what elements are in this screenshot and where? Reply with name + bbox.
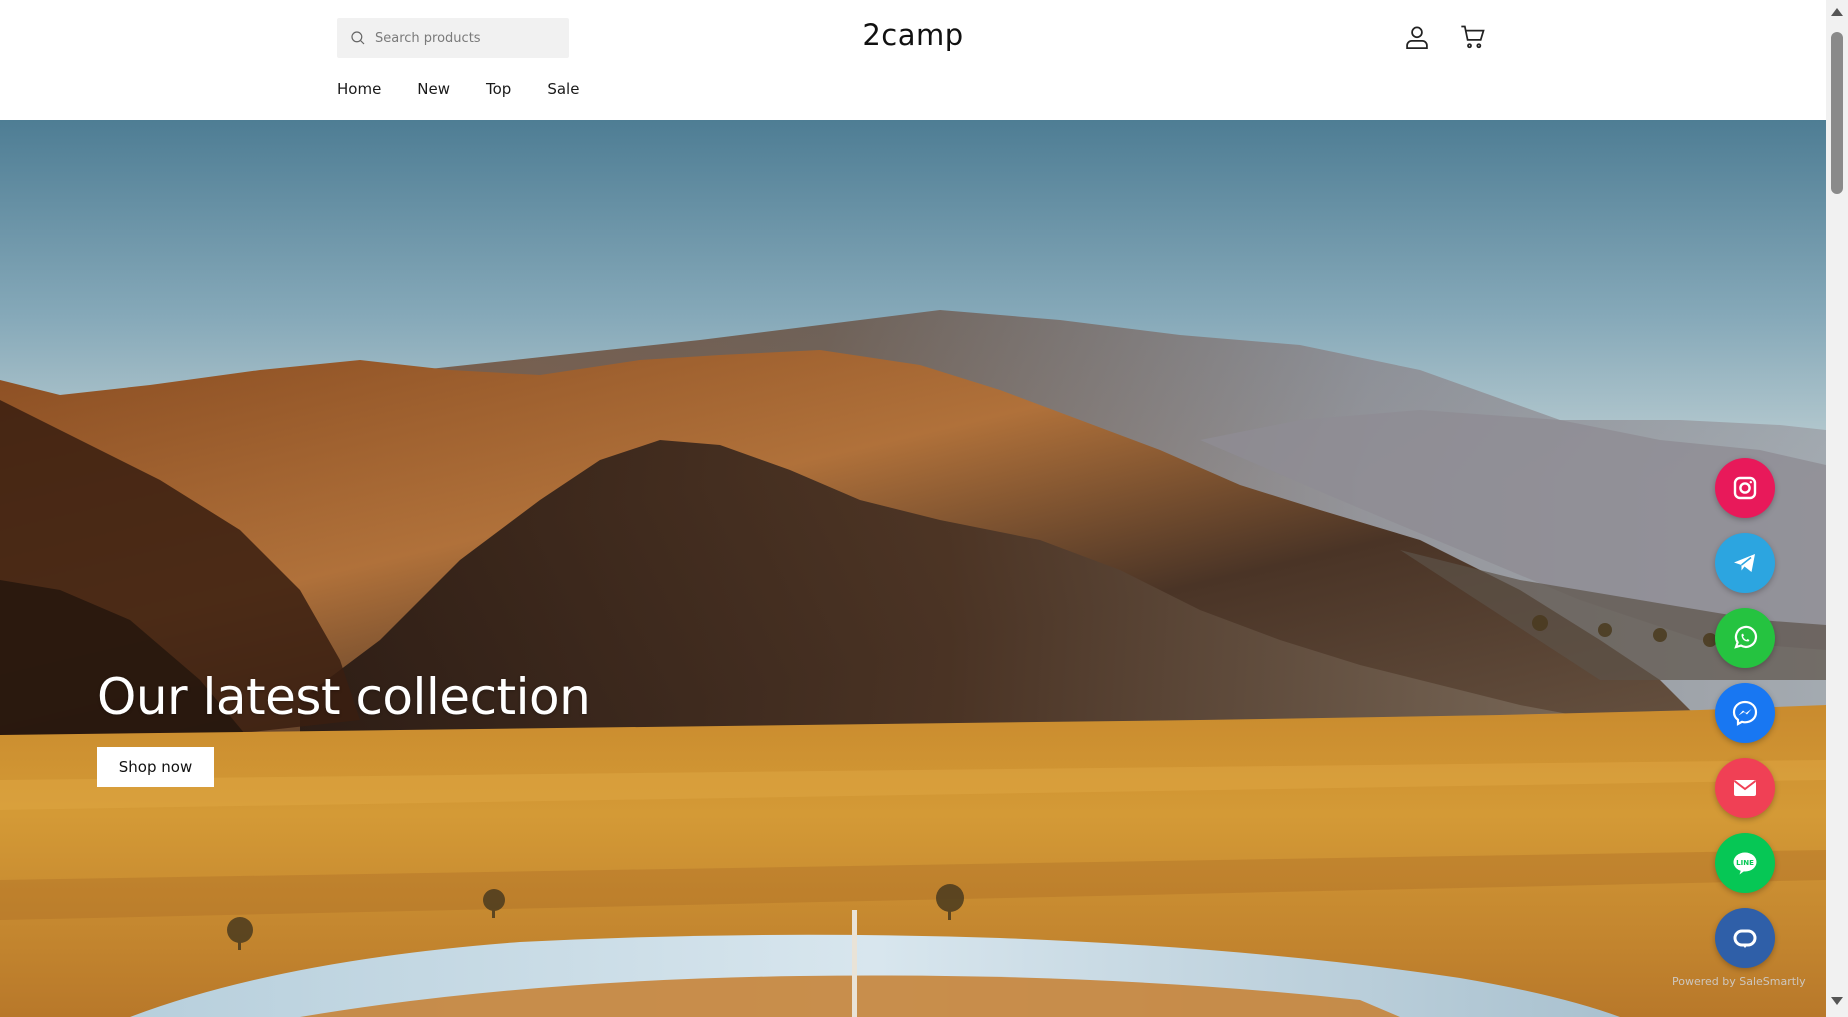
- powered-by-text: Powered by SaleSmartly: [1672, 975, 1806, 988]
- telegram-button[interactable]: [1715, 533, 1775, 593]
- chat-icon: [1733, 929, 1757, 948]
- page: 2camp Home New Top Sale: [0, 0, 1826, 1017]
- search-input[interactable]: [375, 30, 565, 46]
- whatsapp-button[interactable]: [1715, 608, 1775, 668]
- search-box[interactable]: [337, 18, 569, 58]
- messenger-icon: [1732, 700, 1758, 726]
- search-icon: [351, 31, 365, 45]
- scroll-up-arrow-icon[interactable]: [1831, 8, 1843, 16]
- line-icon: LINE: [1733, 852, 1757, 875]
- instagram-icon: [1733, 476, 1757, 500]
- chat-button[interactable]: [1715, 908, 1775, 968]
- nav-item-top[interactable]: Top: [486, 80, 511, 98]
- shop-now-button[interactable]: Shop now: [97, 747, 214, 787]
- main-nav: Home New Top Sale: [337, 80, 615, 98]
- logo-wrapper: 2camp: [0, 18, 1826, 52]
- cart-button[interactable]: [1458, 22, 1488, 52]
- nav-item-new[interactable]: New: [417, 80, 450, 98]
- site-logo[interactable]: 2camp: [862, 18, 963, 52]
- user-icon: [1406, 26, 1428, 49]
- email-button[interactable]: [1715, 758, 1775, 818]
- line-button[interactable]: LINE: [1715, 833, 1775, 893]
- telegram-icon: [1734, 554, 1755, 572]
- email-icon: [1733, 780, 1757, 796]
- instagram-button[interactable]: [1715, 458, 1775, 518]
- nav-item-sale[interactable]: Sale: [547, 80, 579, 98]
- nav-item-home[interactable]: Home: [337, 80, 381, 98]
- site-header: 2camp Home New Top Sale: [0, 0, 1826, 120]
- svg-text:LINE: LINE: [1736, 859, 1754, 867]
- scroll-down-arrow-icon[interactable]: [1831, 997, 1843, 1005]
- hero-landscape-image: [0, 120, 1826, 1017]
- scroll-thumb[interactable]: [1831, 32, 1843, 194]
- social-floating-buttons: LINE: [1715, 458, 1775, 983]
- account-button[interactable]: [1402, 22, 1432, 52]
- hero-banner: Our latest collection Shop now: [0, 120, 1826, 1017]
- vertical-scrollbar[interactable]: [1826, 0, 1848, 1017]
- hero-title: Our latest collection: [97, 668, 591, 726]
- messenger-button[interactable]: [1715, 683, 1775, 743]
- cart-icon: [1461, 25, 1485, 49]
- whatsapp-icon: [1734, 625, 1758, 649]
